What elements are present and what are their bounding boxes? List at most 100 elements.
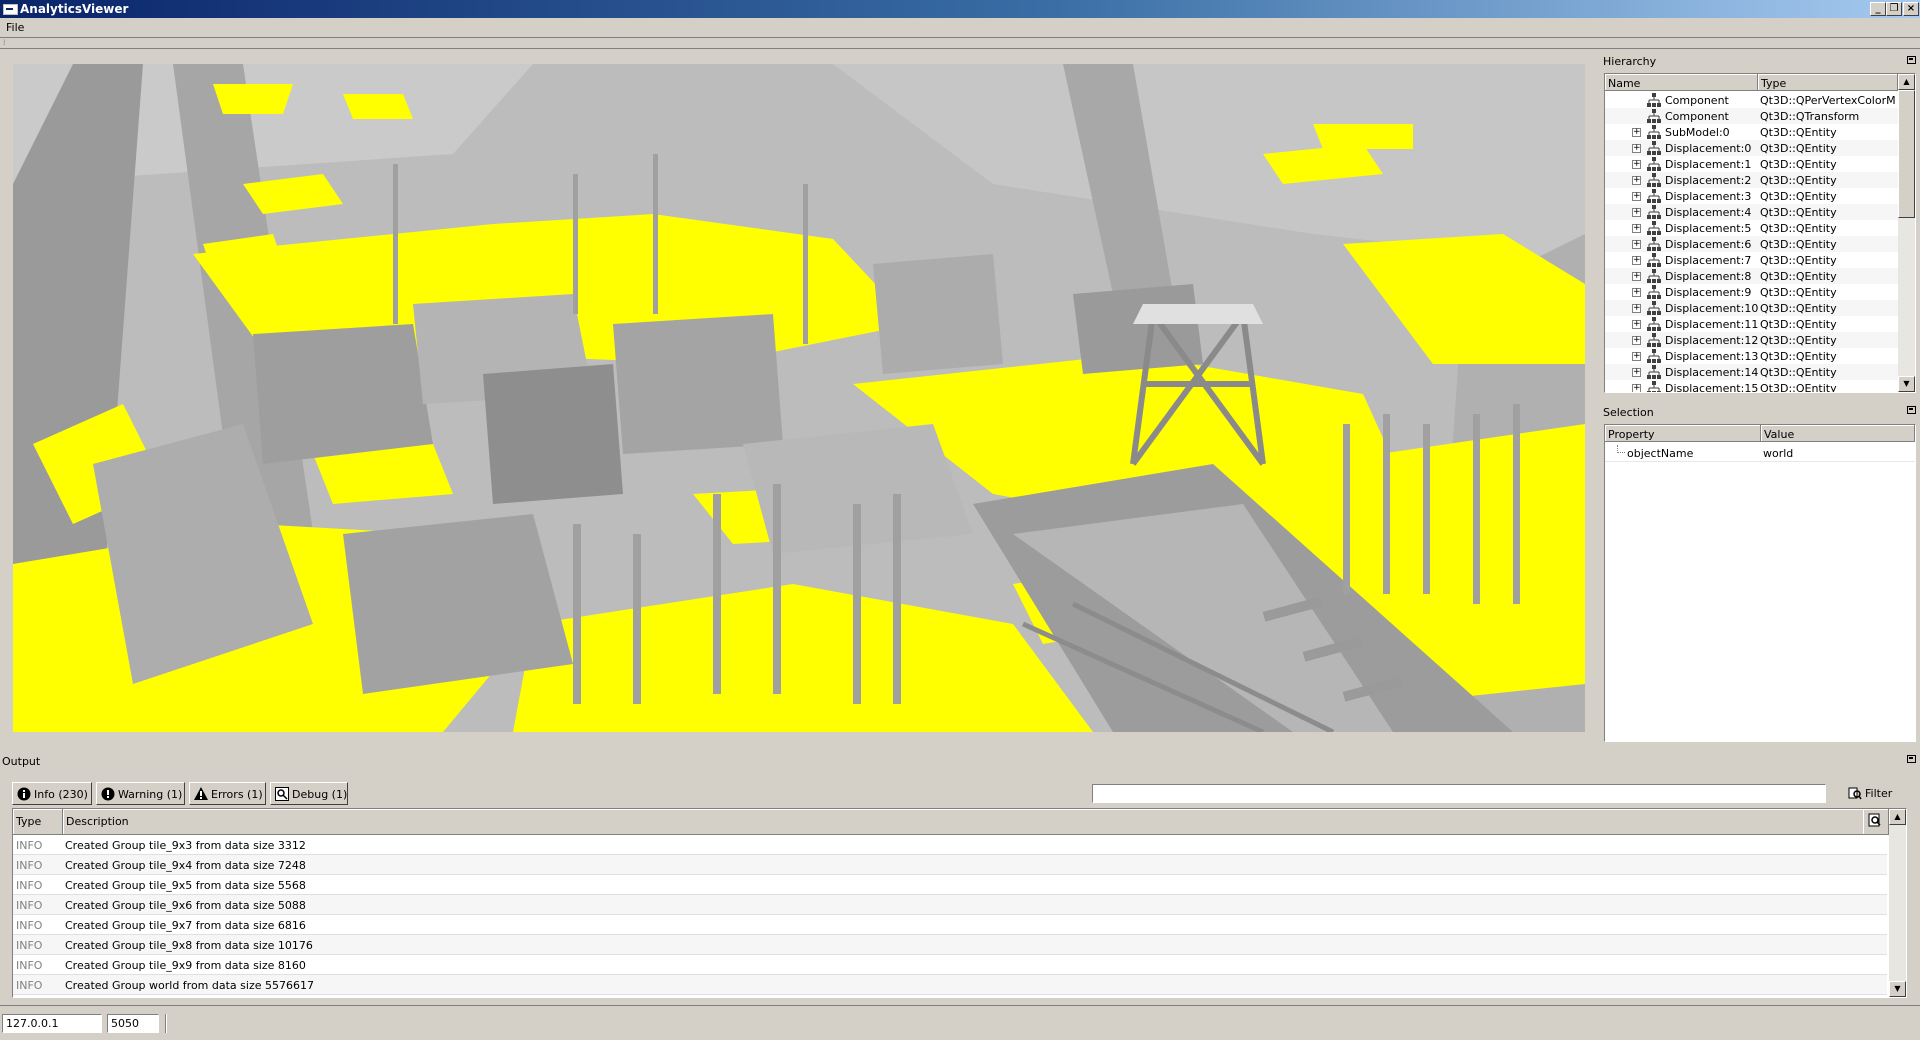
expand-icon[interactable]: +: [1632, 384, 1641, 392]
expand-icon[interactable]: +: [1632, 160, 1641, 169]
maximize-button[interactable]: ❐: [1886, 2, 1902, 16]
output-log-table[interactable]: Type Description INFO Created Group tile_…: [12, 808, 1907, 998]
node-type: Qt3D::QEntity: [1760, 190, 1837, 203]
column-header-name[interactable]: Name: [1605, 74, 1758, 91]
hierarchy-row[interactable]: + Displacement:7 Qt3D::QEntity: [1605, 252, 1898, 268]
node-type: Qt3D::QTransform: [1760, 110, 1860, 123]
property-value: world: [1763, 447, 1794, 460]
scroll-thumb[interactable]: [1898, 90, 1915, 218]
column-header-log-type[interactable]: Type: [13, 809, 63, 835]
selection-title: Selection: [1603, 406, 1654, 419]
expand-icon[interactable]: +: [1632, 224, 1641, 233]
selection-table[interactable]: Property Value objectName world: [1604, 424, 1916, 742]
log-row[interactable]: INFO Created Group tile_9x8 from data siz…: [13, 935, 1887, 955]
entity-node-icon: [1647, 221, 1661, 235]
host-input-field[interactable]: [3, 1015, 101, 1032]
log-scroll-up-button[interactable]: ▲: [1889, 809, 1906, 825]
close-button[interactable]: ×: [1903, 2, 1919, 16]
expand-icon[interactable]: +: [1632, 176, 1641, 185]
expand-icon[interactable]: +: [1632, 144, 1641, 153]
hierarchy-row[interactable]: Component Qt3D::QTransform: [1605, 108, 1898, 124]
minimize-button[interactable]: _: [1870, 2, 1886, 16]
expand-icon[interactable]: +: [1632, 288, 1641, 297]
entity-node-icon: [1647, 253, 1661, 267]
expand-icon[interactable]: +: [1632, 240, 1641, 249]
log-row[interactable]: INFO Created Group tile_9x4 from data siz…: [13, 855, 1887, 875]
expand-icon[interactable]: +: [1632, 304, 1641, 313]
hierarchy-row[interactable]: + Displacement:3 Qt3D::QEntity: [1605, 188, 1898, 204]
node-name: Component: [1665, 94, 1729, 107]
menu-file[interactable]: File: [6, 21, 24, 34]
scroll-up-button[interactable]: ▲: [1898, 74, 1915, 90]
hierarchy-row[interactable]: + Displacement:15 Qt3D::QEntity: [1605, 380, 1898, 393]
tab-info[interactable]: Info (230): [12, 782, 92, 805]
warning-icon: [101, 787, 115, 801]
selection-float-icon[interactable]: [1907, 406, 1916, 414]
scroll-down-button[interactable]: ▼: [1898, 376, 1915, 392]
tab-warning[interactable]: Warning (1): [96, 782, 185, 805]
expand-icon[interactable]: +: [1632, 192, 1641, 201]
expand-icon[interactable]: +: [1632, 256, 1641, 265]
hierarchy-scrollbar[interactable]: ▲ ▼: [1898, 74, 1915, 392]
hierarchy-row[interactable]: + SubModel:0 Qt3D::QEntity: [1605, 124, 1898, 140]
tab-debug[interactable]: Debug (1): [270, 782, 348, 805]
column-header-value[interactable]: Value: [1761, 425, 1915, 442]
log-scroll-track[interactable]: [1889, 825, 1906, 981]
node-type: Qt3D::QPerVertexColorMa...: [1760, 94, 1896, 107]
node-type: Qt3D::QEntity: [1760, 286, 1837, 299]
expand-icon[interactable]: +: [1632, 320, 1641, 329]
log-row[interactable]: INFO Created Group tile_9x6 from data siz…: [13, 895, 1887, 915]
log-scrollbar[interactable]: ▲ ▼: [1889, 809, 1906, 997]
hierarchy-row[interactable]: + Displacement:1 Qt3D::QEntity: [1605, 156, 1898, 172]
toolbar-grip[interactable]: ⁞: [3, 38, 9, 47]
hierarchy-row[interactable]: + Displacement:5 Qt3D::QEntity: [1605, 220, 1898, 236]
hierarchy-row[interactable]: + Displacement:10 Qt3D::QEntity: [1605, 300, 1898, 316]
expand-icon[interactable]: +: [1632, 128, 1641, 137]
expand-icon[interactable]: +: [1632, 368, 1641, 377]
expand-icon[interactable]: +: [1632, 336, 1641, 345]
log-row[interactable]: INFO Created Group tile_9x5 from data siz…: [13, 875, 1887, 895]
hierarchy-float-icon[interactable]: [1907, 56, 1916, 64]
3d-viewport[interactable]: [13, 64, 1585, 732]
expand-icon[interactable]: +: [1632, 208, 1641, 217]
log-description: Created Group tile_9x4 from data size 72…: [65, 859, 306, 872]
expand-icon[interactable]: +: [1632, 272, 1641, 281]
column-header-type[interactable]: Type: [1758, 74, 1898, 91]
selection-row[interactable]: objectName world: [1605, 445, 1915, 462]
entity-node-icon: [1647, 333, 1661, 347]
filter-input[interactable]: [1092, 784, 1826, 803]
hierarchy-tree[interactable]: Name Type Component Qt3D::QPerVertexColor…: [1604, 73, 1916, 393]
log-row[interactable]: INFO Created Group tile_9x3 from data siz…: [13, 835, 1887, 855]
hierarchy-row[interactable]: + Displacement:12 Qt3D::QEntity: [1605, 332, 1898, 348]
node-type: Qt3D::QEntity: [1760, 382, 1837, 393]
filter-input-field[interactable]: [1093, 785, 1825, 802]
output-float-icon[interactable]: [1907, 755, 1916, 763]
hierarchy-row[interactable]: + Displacement:6 Qt3D::QEntity: [1605, 236, 1898, 252]
hierarchy-row[interactable]: + Displacement:0 Qt3D::QEntity: [1605, 140, 1898, 156]
column-chooser-button[interactable]: [1863, 809, 1889, 835]
log-row[interactable]: INFO Created Group tile_9x7 from data siz…: [13, 915, 1887, 935]
column-header-description[interactable]: Description: [63, 809, 1875, 835]
filter-button[interactable]: Filter: [1848, 786, 1892, 800]
hierarchy-row[interactable]: + Displacement:11 Qt3D::QEntity: [1605, 316, 1898, 332]
hierarchy-row[interactable]: + Displacement:4 Qt3D::QEntity: [1605, 204, 1898, 220]
port-input-field[interactable]: [108, 1015, 158, 1032]
log-scroll-down-button[interactable]: ▼: [1889, 981, 1906, 997]
port-input[interactable]: [107, 1014, 159, 1033]
hierarchy-title: Hierarchy: [1603, 55, 1657, 68]
log-row[interactable]: INFO Created Group tile_9x9 from data siz…: [13, 955, 1887, 975]
tab-error[interactable]: Errors (1): [189, 782, 266, 805]
hierarchy-row[interactable]: + Displacement:2 Qt3D::QEntity: [1605, 172, 1898, 188]
node-type: Qt3D::QEntity: [1760, 238, 1837, 251]
log-description: Created Group tile_9x8 from data size 10…: [65, 939, 313, 952]
hierarchy-row[interactable]: Component Qt3D::QPerVertexColorMa...: [1605, 92, 1898, 108]
error-icon: [194, 787, 208, 800]
column-header-property[interactable]: Property: [1605, 425, 1761, 442]
hierarchy-row[interactable]: + Displacement:9 Qt3D::QEntity: [1605, 284, 1898, 300]
hierarchy-row[interactable]: + Displacement:13 Qt3D::QEntity: [1605, 348, 1898, 364]
host-input[interactable]: [2, 1014, 102, 1033]
expand-icon[interactable]: +: [1632, 352, 1641, 361]
hierarchy-row[interactable]: + Displacement:14 Qt3D::QEntity: [1605, 364, 1898, 380]
log-row[interactable]: INFO Created Group world from data size 5…: [13, 975, 1887, 995]
hierarchy-row[interactable]: + Displacement:8 Qt3D::QEntity: [1605, 268, 1898, 284]
